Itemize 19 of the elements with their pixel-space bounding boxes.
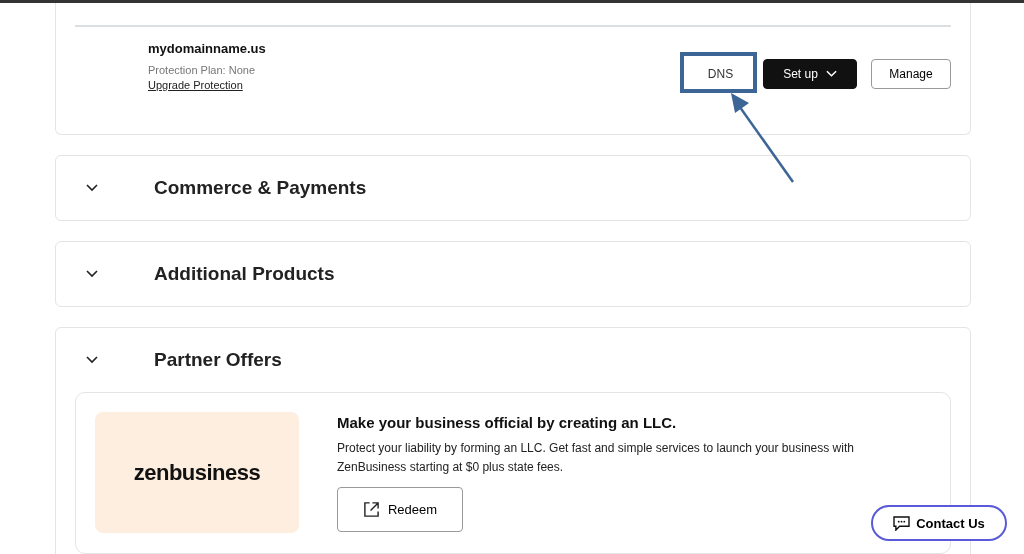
chevron-icon	[86, 184, 98, 192]
chevron-icon	[86, 270, 98, 278]
logo-text: zenbusiness	[133, 459, 261, 486]
chevron-icon	[86, 356, 98, 364]
setup-dropdown-button[interactable]: Set up	[763, 58, 857, 89]
chat-icon	[893, 515, 911, 531]
offer-description: Protect your liability by forming an LLC. Get fast and simple services to launch your business with ZenBusiness starting at $0 plus state fees.	[337, 440, 855, 476]
section-title: Partner Offers	[154, 349, 282, 371]
domain-name: mydomainname.us	[148, 41, 266, 56]
section-title: Commerce & Payments	[154, 177, 367, 199]
manage-button[interactable]: Manage	[871, 58, 951, 89]
redeem-button[interactable]: Redeem	[337, 487, 463, 532]
offer-title: Make your business official by creating an LLC.	[337, 414, 677, 431]
upgrade-protection-link[interactable]: Upgrade Protection	[148, 79, 266, 91]
protection-plan-text: Protection Plan: None	[148, 64, 256, 76]
section-title: Additional Products	[154, 263, 335, 285]
contact-us-button[interactable]: Contact Us	[871, 505, 1007, 541]
chevron-icon	[825, 69, 837, 78]
external-link-icon	[362, 501, 380, 518]
